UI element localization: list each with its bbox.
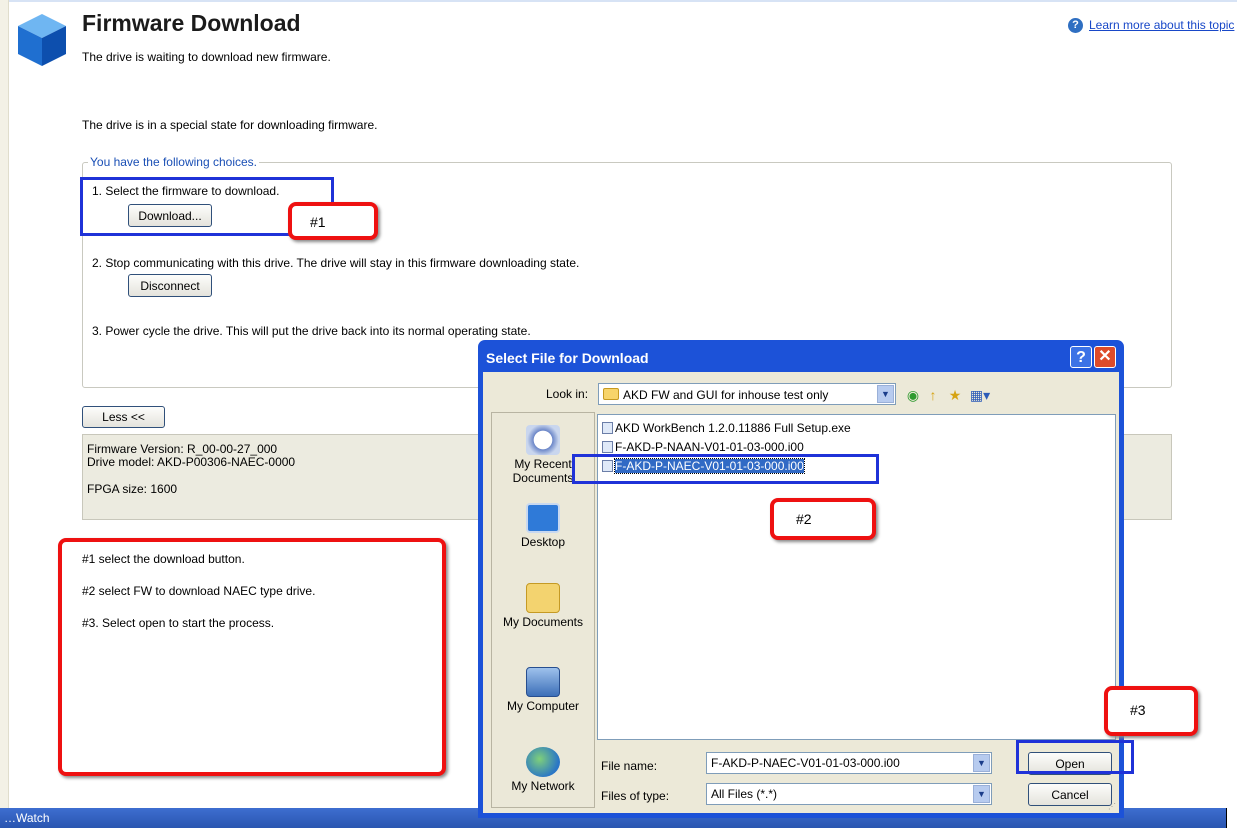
less-button[interactable]: Less << xyxy=(82,406,165,428)
dialog-title: Select File for Download xyxy=(486,350,649,366)
file-type-label: Files of type: xyxy=(601,789,670,803)
look-in-combo[interactable]: AKD FW and GUI for inhouse test only ▼ xyxy=(598,383,896,405)
help-icon[interactable]: ? xyxy=(1068,18,1083,33)
file-name-input[interactable]: F-AKD-P-NAEC-V01-01-03-000.i00 xyxy=(711,756,900,770)
place-label: Desktop xyxy=(520,535,566,549)
firmware-version: Firmware Version: R_00-00-27_000 xyxy=(87,442,278,456)
top-border xyxy=(0,0,1237,2)
place-my-network[interactable]: My Network xyxy=(492,747,594,793)
chevron-down-icon[interactable]: ▼ xyxy=(973,754,990,772)
list-item[interactable]: F-AKD-P-NAAN-V01-01-03-000.i00 xyxy=(602,440,804,454)
place-desktop[interactable]: Desktop xyxy=(492,503,594,549)
watch-label[interactable]: Watch xyxy=(16,811,50,825)
place-label: My Recent Documents xyxy=(512,457,574,485)
file-icon xyxy=(602,441,613,453)
chevron-down-icon[interactable]: ▼ xyxy=(877,385,894,403)
annotation-tag-3: #3 xyxy=(1104,686,1198,736)
choices-legend: You have the following choices. xyxy=(88,155,260,169)
watch-icon: … xyxy=(4,811,16,825)
up-folder-icon[interactable]: ↑ xyxy=(924,386,942,404)
look-in-label: Look in: xyxy=(546,387,589,401)
views-icon[interactable]: ▦▾ xyxy=(968,386,992,404)
file-icon xyxy=(602,422,613,434)
back-icon[interactable]: ◉ xyxy=(904,386,922,404)
place-label: My Documents xyxy=(502,615,584,629)
note-1: #1 select the download button. xyxy=(82,552,245,566)
place-label: My Computer xyxy=(506,699,580,713)
my-computer-icon xyxy=(526,667,560,697)
state-description: The drive is in a special state for down… xyxy=(82,118,378,132)
annotation-tag-2: #2 xyxy=(770,498,876,540)
fpga-size: FPGA size: 1600 xyxy=(87,482,178,496)
page-subtitle: The drive is waiting to download new fir… xyxy=(82,50,331,64)
file-name: AKD WorkBench 1.2.0.11886 Full Setup.exe xyxy=(615,421,851,435)
my-documents-icon xyxy=(526,583,560,613)
place-label: My Network xyxy=(511,779,575,793)
annotation-tag-1: #1 xyxy=(288,202,378,240)
choice-2-text: 2. Stop communicating with this drive. T… xyxy=(92,256,580,270)
annotation-notes-box: #1 select the download button. #2 select… xyxy=(58,538,446,776)
file-name: F-AKD-P-NAAN-V01-01-03-000.i00 xyxy=(615,440,804,454)
file-type-select[interactable]: All Files (*.*) ▼ xyxy=(706,783,992,805)
dialog-close-button[interactable]: ✕ xyxy=(1094,346,1116,368)
note-2: #2 select FW to download NAEC type drive… xyxy=(82,584,316,598)
new-folder-icon[interactable]: ★ xyxy=(946,386,964,404)
left-strip xyxy=(0,0,9,810)
annotation-highlight-2 xyxy=(572,454,879,484)
recent-documents-icon xyxy=(526,425,560,455)
choice-3-text: 3. Power cycle the drive. This will put … xyxy=(92,324,531,338)
annotation-highlight-3 xyxy=(1016,740,1134,774)
drive-model: Drive model: AKD-P00306-NAEC-0000 xyxy=(87,455,296,469)
file-name-label: File name: xyxy=(601,759,658,773)
annotation-tag-1-label: #1 xyxy=(310,214,326,230)
my-network-icon xyxy=(526,747,560,777)
desktop-icon xyxy=(526,503,560,533)
place-my-computer[interactable]: My Computer xyxy=(492,667,594,713)
taskbar-right-edge xyxy=(1226,808,1237,828)
place-my-documents[interactable]: My Documents xyxy=(492,583,594,629)
annotation-tag-2-label: #2 xyxy=(796,511,812,527)
file-type-value: All Files (*.*) xyxy=(711,787,778,801)
file-name-combo[interactable]: F-AKD-P-NAEC-V01-01-03-000.i00 ▼ xyxy=(706,752,992,774)
cube-logo-icon xyxy=(16,12,68,68)
resize-grip[interactable]: ⋰ xyxy=(1108,802,1118,812)
list-item[interactable]: AKD WorkBench 1.2.0.11886 Full Setup.exe xyxy=(602,421,851,435)
page-title: Firmware Download xyxy=(82,10,301,36)
dialog-help-button[interactable]: ? xyxy=(1070,346,1092,368)
disconnect-button[interactable]: Disconnect xyxy=(128,274,212,297)
cancel-button[interactable]: Cancel xyxy=(1028,783,1112,806)
learn-more-link[interactable]: Learn more about this topic xyxy=(1089,18,1237,32)
note-3: #3. Select open to start the process. xyxy=(82,616,275,630)
annotation-tag-3-label: #3 xyxy=(1130,702,1146,718)
look-in-value: AKD FW and GUI for inhouse test only xyxy=(623,388,829,402)
folder-icon xyxy=(603,388,619,400)
chevron-down-icon[interactable]: ▼ xyxy=(973,785,990,803)
